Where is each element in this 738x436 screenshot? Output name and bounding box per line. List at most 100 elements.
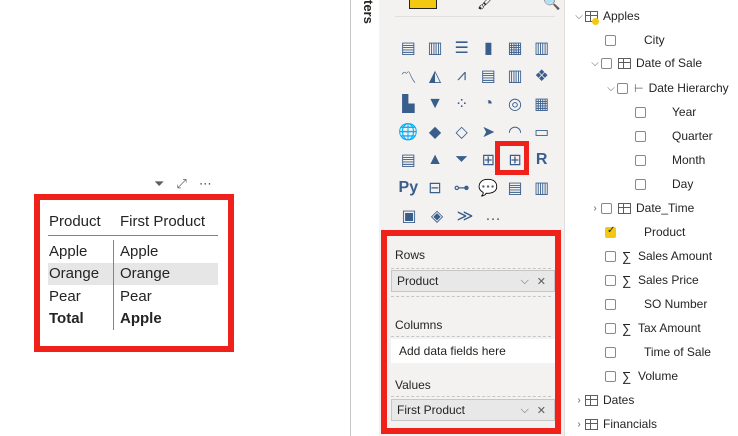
treemap-icon[interactable]: ▦ <box>528 92 555 116</box>
close-icon[interactable]: ✕ <box>537 275 550 288</box>
paginated-report-icon[interactable]: ▥ <box>528 176 555 200</box>
smart-narrative-icon[interactable]: ▤ <box>502 176 529 200</box>
waterfall-chart-icon[interactable]: ▙ <box>395 92 422 116</box>
clustered-bar-chart-icon[interactable]: ☰ <box>448 36 475 60</box>
matrix-visual-highlight[interactable]: Product First Product Apple Apple Orange… <box>34 194 234 352</box>
field-year[interactable]: Year <box>635 102 696 122</box>
field-so-number[interactable]: SO Number <box>605 294 707 314</box>
filter-icon[interactable]: ⏷ <box>154 176 164 192</box>
field-sales-amount[interactable]: ∑ Sales Amount <box>605 246 712 266</box>
power-automate-icon[interactable]: ≫ <box>451 204 479 228</box>
checkbox[interactable] <box>635 130 646 142</box>
focus-mode-icon[interactable]: ⤢ <box>176 176 186 192</box>
power-apps-icon[interactable]: ◈ <box>423 204 451 228</box>
r-script-visual-icon[interactable]: R <box>528 148 555 172</box>
field-sales-price[interactable]: ∑ Sales Price <box>605 270 699 290</box>
field-date-of-sale[interactable]: ⌵ Date of Sale <box>589 53 702 73</box>
python-visual-icon[interactable]: Py <box>395 176 422 200</box>
field-time-of-sale[interactable]: Time of Sale <box>605 342 711 362</box>
analytics-search-icon[interactable]: 🔍 <box>543 0 560 11</box>
matrix-total-row[interactable]: Total Apple <box>48 307 218 330</box>
filters-pane-collapsed[interactable] <box>351 0 379 436</box>
close-icon[interactable]: ✕ <box>537 404 550 417</box>
table-dates[interactable]: › Dates <box>573 390 634 410</box>
checkbox[interactable] <box>605 298 616 310</box>
build-visual-icon[interactable] <box>409 0 437 9</box>
funnel-icon[interactable]: ▼ <box>422 92 449 116</box>
format-brush-icon[interactable]: 🖌 <box>477 0 495 11</box>
field-date-time[interactable]: › Date_Time <box>589 198 694 218</box>
chevron-down-icon[interactable]: ⌵ <box>520 404 532 417</box>
ribbon-chart-icon[interactable]: ❖ <box>528 64 555 88</box>
chevron-down-icon[interactable]: ⌵ <box>589 58 601 69</box>
stacked-area-chart-icon[interactable]: ⩘ <box>448 64 475 88</box>
table-apples[interactable]: ⌵ Apples <box>573 6 640 26</box>
shape-map-icon[interactable]: ◇ <box>448 120 475 144</box>
matrix-header-product[interactable]: Product <box>48 208 114 235</box>
checkbox[interactable] <box>605 370 616 382</box>
field-day[interactable]: Day <box>635 174 693 194</box>
slicer-icon[interactable]: ⏷ <box>448 148 475 172</box>
values-field-pill[interactable]: First Product ⌵ ✕ <box>391 399 555 421</box>
checkbox[interactable] <box>605 250 616 262</box>
card-icon[interactable]: ▭ <box>528 120 555 144</box>
stacked-column-chart-icon[interactable]: ▥ <box>422 36 449 60</box>
line-clustered-column-icon[interactable]: ▤ <box>475 64 502 88</box>
checkbox[interactable] <box>617 82 628 94</box>
100-stacked-bar-chart-icon[interactable]: ▦ <box>502 36 529 60</box>
checkbox[interactable] <box>601 57 612 69</box>
matrix-row[interactable]: Orange Orange <box>48 262 218 285</box>
filters-label[interactable]: ters <box>360 0 376 30</box>
filled-map-icon[interactable]: ◆ <box>422 120 449 144</box>
chevron-right-icon[interactable]: › <box>589 203 601 214</box>
matrix-header-first-product[interactable]: First Product <box>114 208 218 235</box>
matrix-row[interactable]: Apple Apple <box>48 240 218 263</box>
more-options-icon[interactable]: ⋯ <box>199 176 212 192</box>
multi-row-card-icon[interactable]: ▤ <box>395 148 422 172</box>
stacked-bar-chart-icon[interactable]: ▤ <box>395 36 422 60</box>
field-tax-amount[interactable]: ∑ Tax Amount <box>605 318 701 338</box>
line-stacked-column-icon[interactable]: ▥ <box>502 64 529 88</box>
checkbox[interactable] <box>605 34 616 46</box>
field-city[interactable]: City <box>605 30 665 50</box>
field-month[interactable]: Month <box>635 150 705 170</box>
chevron-right-icon[interactable]: › <box>573 419 585 430</box>
100-stacked-column-chart-icon[interactable]: ▥ <box>528 36 555 60</box>
scatter-chart-icon[interactable]: ⁘ <box>448 92 475 116</box>
area-chart-icon[interactable]: ◭ <box>422 64 449 88</box>
clustered-column-chart-icon[interactable]: ▮ <box>475 36 502 60</box>
chevron-down-icon[interactable]: ⌵ <box>605 83 617 94</box>
more-visuals-icon[interactable]: … <box>479 204 507 228</box>
pie-chart-icon[interactable]: ◔ <box>475 92 502 116</box>
metrics-icon[interactable]: ▣ <box>395 204 423 228</box>
line-chart-icon[interactable]: 〽 <box>395 64 422 88</box>
rows-field-pill[interactable]: Product ⌵ ✕ <box>391 270 555 292</box>
checkbox[interactable] <box>601 202 612 214</box>
checkbox[interactable] <box>635 106 646 118</box>
checkbox[interactable] <box>605 322 616 334</box>
matrix-visual[interactable]: Product First Product Apple Apple Orange… <box>48 208 218 330</box>
checkbox[interactable] <box>605 274 616 286</box>
kpi-icon[interactable]: ▲ <box>422 148 449 172</box>
columns-add-field-dropzone[interactable]: Add data fields here <box>391 339 555 363</box>
checkbox[interactable] <box>635 178 646 190</box>
field-quarter[interactable]: Quarter <box>635 126 713 146</box>
chevron-right-icon[interactable]: › <box>573 395 585 406</box>
chevron-down-icon[interactable]: ⌵ <box>520 275 532 288</box>
map-icon[interactable]: 🌐 <box>395 120 422 144</box>
checkbox[interactable] <box>635 154 646 166</box>
donut-chart-icon[interactable]: ◎ <box>502 92 529 116</box>
qa-visual-icon[interactable]: 💬 <box>475 176 502 200</box>
key-influencers-icon[interactable]: ⊟ <box>422 176 449 200</box>
field-product[interactable]: Product <box>605 222 685 242</box>
field-date-hierarchy[interactable]: ⌵ ⊢ Date Hierarchy <box>605 78 728 98</box>
table-financials[interactable]: › Financials <box>573 414 657 434</box>
matrix-row[interactable]: Pear Pear <box>48 285 218 308</box>
checkbox-checked[interactable] <box>605 225 616 238</box>
checkbox[interactable] <box>605 346 616 358</box>
field-volume[interactable]: ∑ Volume <box>605 366 678 386</box>
chevron-down-icon[interactable]: ⌵ <box>573 11 585 22</box>
matrix-cell: Orange <box>120 265 171 283</box>
decomposition-tree-icon[interactable]: ⊶ <box>448 176 475 200</box>
report-canvas[interactable]: ⏷ ⤢ ⋯ Product First Product Apple Apple … <box>0 0 350 436</box>
